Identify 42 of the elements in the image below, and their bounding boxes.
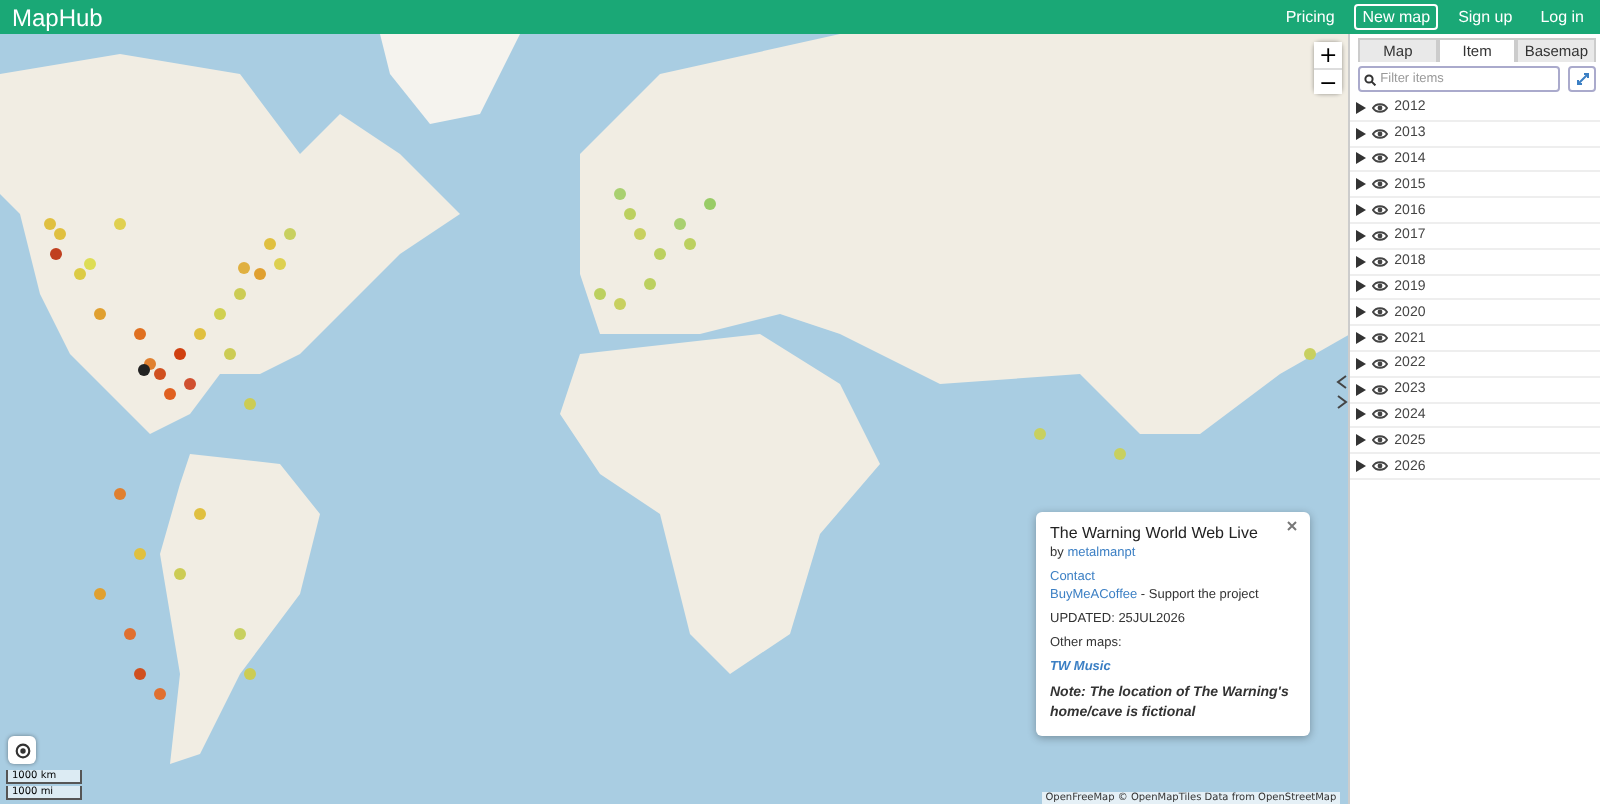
eye-icon[interactable]	[1372, 434, 1389, 447]
expand-triangle-icon[interactable]	[1356, 460, 1367, 473]
eye-icon[interactable]	[1372, 178, 1389, 191]
crosshair-icon	[13, 741, 31, 759]
locate-button[interactable]	[8, 736, 36, 764]
expand-triangle-icon[interactable]	[1356, 357, 1367, 370]
eye-icon[interactable]	[1372, 357, 1389, 370]
popup-title: The Warning World Web Live	[1050, 524, 1260, 542]
expand-arrows-icon[interactable]	[1336, 394, 1349, 410]
expand-triangle-icon[interactable]	[1356, 178, 1367, 191]
zoom-out-button[interactable]: −	[1314, 68, 1343, 94]
close-button[interactable]	[1284, 518, 1300, 534]
eye-icon[interactable]	[1372, 383, 1389, 396]
expand-triangle-icon[interactable]	[1356, 434, 1367, 447]
expand-triangle-icon[interactable]	[1356, 280, 1367, 293]
diagonal-arrows-icon	[1575, 72, 1589, 86]
eye-icon[interactable]	[1372, 255, 1389, 268]
zoom-in-button[interactable]: +	[1314, 42, 1343, 68]
eye-icon[interactable]	[1372, 408, 1389, 421]
eye-icon[interactable]	[1372, 460, 1389, 473]
expand-triangle-icon[interactable]	[1356, 101, 1367, 114]
expand-triangle-icon[interactable]	[1356, 306, 1367, 319]
expand-triangle-icon[interactable]	[1356, 127, 1367, 140]
fullscreen-button[interactable]	[1568, 66, 1596, 92]
eye-icon[interactable]	[1372, 152, 1389, 165]
eye-icon[interactable]	[1372, 306, 1389, 319]
eye-icon[interactable]	[1372, 229, 1389, 242]
close-icon	[1284, 518, 1300, 534]
eye-icon[interactable]	[1372, 280, 1389, 293]
eye-icon[interactable]	[1372, 127, 1389, 140]
search-icon	[1364, 73, 1377, 85]
expand-triangle-icon[interactable]	[1356, 332, 1367, 345]
expand-triangle-icon[interactable]	[1356, 383, 1367, 396]
expand-triangle-icon[interactable]	[1356, 152, 1367, 165]
eye-icon[interactable]	[1372, 204, 1389, 217]
eye-icon[interactable]	[1372, 101, 1389, 114]
expand-triangle-icon[interactable]	[1356, 229, 1367, 242]
eye-icon[interactable]	[1372, 332, 1389, 345]
expand-triangle-icon[interactable]	[1356, 204, 1367, 217]
expand-triangle-icon[interactable]	[1356, 255, 1367, 268]
collapse-arrows-icon[interactable]	[1336, 374, 1349, 390]
expand-triangle-icon[interactable]	[1356, 408, 1367, 421]
